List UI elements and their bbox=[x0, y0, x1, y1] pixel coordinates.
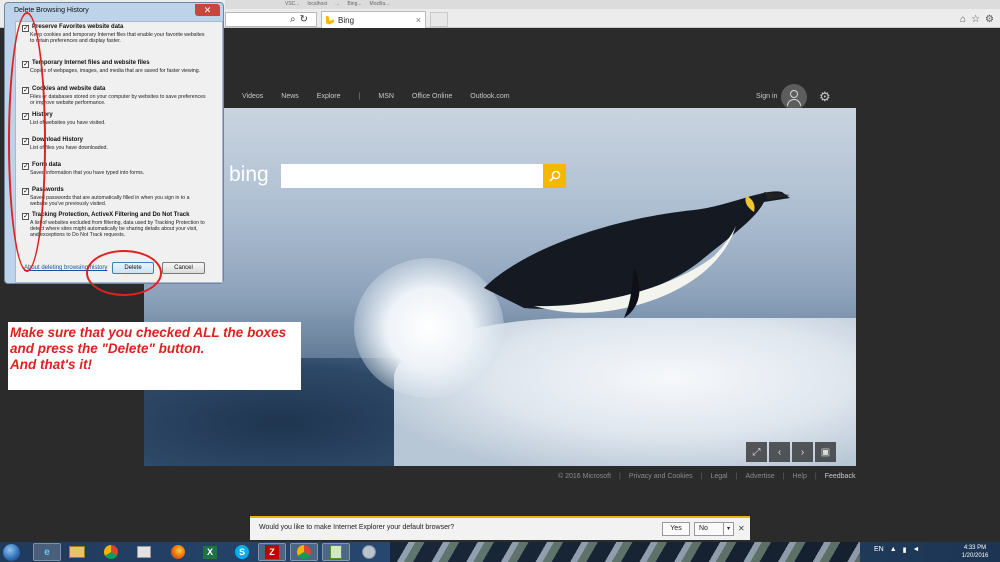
desktop-wallpaper bbox=[390, 542, 860, 562]
search-input[interactable] bbox=[281, 164, 543, 188]
ie-icon[interactable]: e bbox=[33, 543, 61, 561]
chevron-down-icon[interactable]: ▾ bbox=[723, 523, 733, 535]
clock-time: 4:33 PM bbox=[963, 545, 987, 551]
home-icon[interactable]: ⌂ bbox=[960, 12, 966, 27]
option-description: A list of websites excluded from filteri… bbox=[30, 220, 205, 238]
settings-gear-icon[interactable]: ⚙ bbox=[819, 90, 832, 103]
clock[interactable]: 4:33 PM 1/20/2016 bbox=[955, 544, 995, 560]
clock-date: 1/20/2016 bbox=[961, 553, 989, 559]
user-icon bbox=[790, 90, 798, 98]
option-description: Saved information that you have typed in… bbox=[30, 170, 145, 176]
annotation-note: Make sure that you checked ALL the boxes… bbox=[8, 322, 301, 390]
chrome-icon[interactable] bbox=[97, 543, 125, 561]
feedback-link[interactable]: Feedback bbox=[825, 472, 856, 481]
tab-close-icon[interactable]: × bbox=[416, 15, 421, 25]
bing-logo: bing bbox=[229, 163, 269, 186]
advertise-link[interactable]: Advertise bbox=[745, 472, 774, 481]
system-tray: EN ▲ ▮ ◄ bbox=[874, 546, 919, 554]
next-image-button[interactable]: › bbox=[792, 442, 813, 462]
option-description: Files or databases stored on your comput… bbox=[30, 94, 206, 106]
network-icon[interactable]: ▮ bbox=[903, 546, 907, 554]
option-description: List of files you have downloaded. bbox=[30, 145, 108, 151]
nav-news[interactable]: News bbox=[281, 92, 299, 102]
excel-icon[interactable]: X bbox=[196, 543, 224, 561]
filezilla-icon[interactable]: Z bbox=[258, 543, 286, 561]
cancel-button[interactable]: Cancel bbox=[162, 262, 205, 274]
chrome-icon[interactable] bbox=[290, 543, 318, 561]
search-button[interactable] bbox=[543, 164, 566, 188]
background-tab[interactable]: Bing... bbox=[347, 0, 361, 9]
note-line: and press the "Delete" button. bbox=[10, 341, 205, 356]
option-description: List of websites you have visited. bbox=[30, 120, 106, 126]
tool-icon[interactable] bbox=[355, 543, 383, 561]
nav-office-online[interactable]: Office Online bbox=[412, 92, 452, 102]
annotation-oval-checkboxes bbox=[8, 12, 46, 272]
note-line: Make sure that you checked ALL the boxes bbox=[10, 325, 287, 340]
tools-icon[interactable]: ⚙ bbox=[985, 12, 994, 27]
background-tab[interactable]: VSC... bbox=[285, 0, 299, 9]
background-tab-list: VSC... localhost ... Bing... Mozilla... bbox=[225, 0, 389, 9]
background-tab[interactable]: ... bbox=[335, 0, 339, 9]
no-button[interactable]: No ▾ bbox=[694, 522, 734, 536]
copyright: © 2016 Microsoft bbox=[558, 473, 612, 480]
media-icon[interactable] bbox=[130, 543, 158, 561]
hero-image bbox=[144, 108, 856, 466]
start-button[interactable] bbox=[3, 544, 20, 561]
volume-icon[interactable]: ◄ bbox=[913, 546, 920, 554]
notification-close-icon[interactable]: ✕ bbox=[738, 524, 745, 533]
annotation-oval-delete bbox=[86, 250, 162, 296]
nav-outlook[interactable]: Outlook.com bbox=[470, 92, 509, 102]
notepad-icon[interactable] bbox=[322, 543, 350, 561]
tray-arrow-icon[interactable]: ▲ bbox=[890, 546, 897, 554]
background-tab[interactable]: localhost bbox=[307, 0, 327, 9]
search-icon[interactable]: ⌕ bbox=[290, 12, 296, 27]
notification-text: Would you like to make Internet Explorer… bbox=[259, 524, 455, 531]
previous-image-button[interactable]: ‹ bbox=[769, 442, 790, 462]
nav-explore[interactable]: Explore bbox=[317, 92, 341, 102]
tab-bing[interactable]: Bing × bbox=[321, 11, 426, 28]
default-browser-notification: Would you like to make Internet Explorer… bbox=[250, 516, 750, 540]
help-link[interactable]: Help bbox=[792, 472, 806, 481]
nav-separator: | bbox=[358, 93, 361, 100]
nav-msn[interactable]: MSN bbox=[378, 92, 394, 102]
option-description: Copies of webpages, images, and media th… bbox=[30, 68, 201, 74]
option-title: Preserve Favorites website data bbox=[32, 24, 124, 30]
new-tab-button[interactable] bbox=[430, 12, 448, 27]
penguin-image bbox=[484, 191, 790, 318]
note-line: And that's it! bbox=[10, 357, 92, 372]
bing-nav: Videos News Explore | MSN Office Online … bbox=[242, 92, 510, 102]
option-description: Keep cookies and temporary Internet file… bbox=[30, 32, 205, 44]
address-bar-icons: ⌕ ↻ bbox=[290, 12, 308, 27]
skype-icon[interactable]: S bbox=[228, 543, 256, 561]
nav-videos[interactable]: Videos bbox=[242, 92, 263, 102]
firefox-icon[interactable] bbox=[164, 543, 192, 561]
bing-footer: © 2016 Microsoft | Privacy and Cookies |… bbox=[558, 472, 856, 481]
fullscreen-icon[interactable]: ⤢ bbox=[746, 442, 767, 462]
image-info-icon[interactable]: ▣ bbox=[815, 442, 836, 462]
refresh-icon[interactable]: ↻ bbox=[300, 12, 308, 27]
legal-link[interactable]: Legal bbox=[710, 472, 727, 481]
option-title: Tracking Protection, ActiveX Filtering a… bbox=[32, 212, 190, 218]
background-tab[interactable]: Mozilla... bbox=[370, 0, 390, 9]
sign-in-link[interactable]: Sign in bbox=[756, 92, 777, 102]
hero-controls: ⤢ ‹ › ▣ bbox=[746, 442, 836, 462]
explorer-icon[interactable] bbox=[63, 543, 91, 561]
avatar[interactable] bbox=[781, 84, 807, 110]
privacy-link[interactable]: Privacy and Cookies bbox=[629, 472, 693, 481]
search-icon bbox=[548, 170, 560, 182]
yes-button[interactable]: Yes bbox=[662, 522, 690, 536]
tab-title: Bing bbox=[338, 15, 355, 25]
option-title: Temporary Internet files and website fil… bbox=[32, 60, 150, 66]
language-indicator[interactable]: EN bbox=[874, 546, 884, 554]
dialog-close-button[interactable]: ✕ bbox=[195, 4, 220, 16]
bing-favicon-icon bbox=[326, 15, 334, 25]
favorites-icon[interactable]: ☆ bbox=[971, 12, 980, 27]
option-description: Saved passwords that are automatically f… bbox=[30, 195, 190, 207]
no-label: No bbox=[699, 525, 708, 532]
browser-command-icons: ⌂ ☆ ⚙ bbox=[960, 12, 994, 27]
